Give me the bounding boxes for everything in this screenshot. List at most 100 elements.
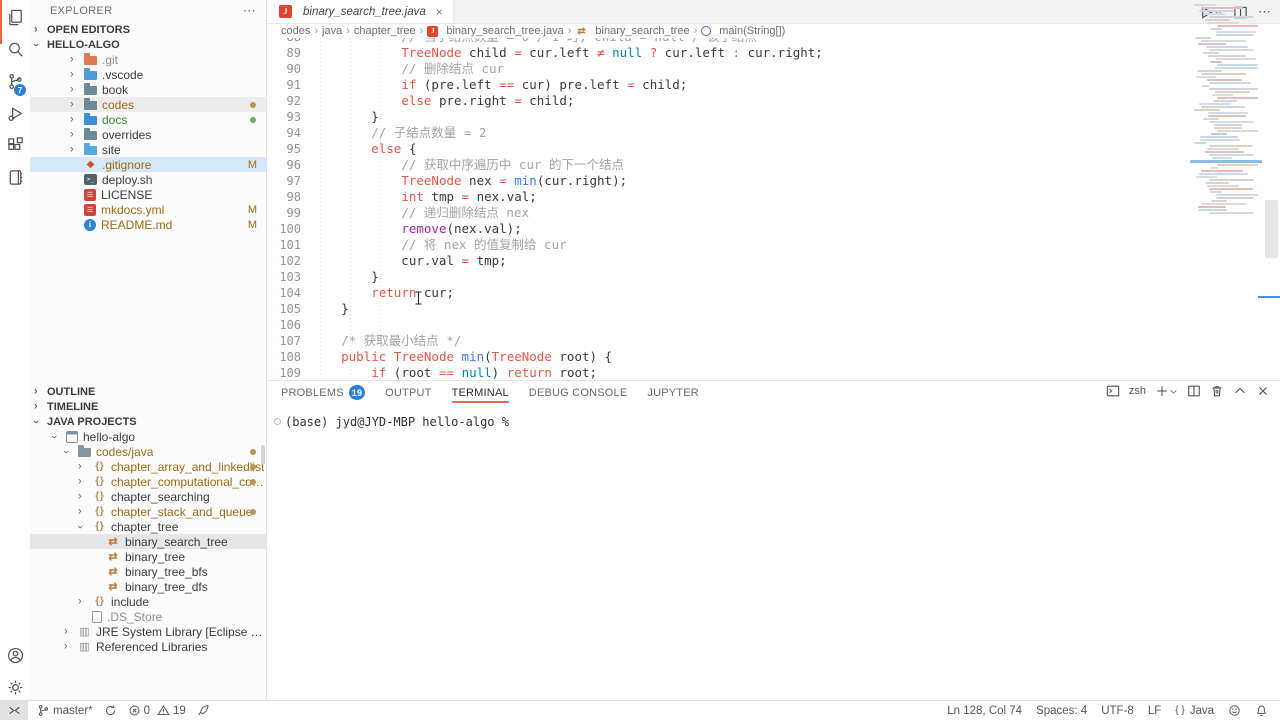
- eol[interactable]: LF: [1148, 705, 1161, 717]
- panel-tab-problems[interactable]: PROBLEMS19: [281, 381, 365, 404]
- code-line[interactable]: 95 else {: [267, 141, 1190, 157]
- launch-item[interactable]: [197, 704, 210, 717]
- tree-item-book[interactable]: ›book: [30, 82, 266, 97]
- code-line[interactable]: 90 // 删除结点 cur: [267, 61, 1190, 77]
- open-editors-section[interactable]: › OPEN EDITORS: [30, 22, 266, 37]
- code-line[interactable]: 97 TreeNode nex = min(cur.right);: [267, 173, 1190, 189]
- close-icon[interactable]: ×: [436, 5, 443, 19]
- tree-item--git[interactable]: ›.git: [30, 52, 266, 67]
- tree-item-hello-algo[interactable]: ›hello-algo: [30, 429, 266, 444]
- tree-item-binary-tree-bfs[interactable]: ⇄binary_tree_bfs: [30, 564, 266, 579]
- sync-button[interactable]: [104, 704, 117, 717]
- feedback-button[interactable]: [1228, 704, 1241, 717]
- tree-item-mkdocs-yml[interactable]: ☰mkdocs.ymlM: [30, 202, 266, 217]
- tab-binary-search-tree[interactable]: J binary_search_tree.java ×: [267, 0, 454, 23]
- tree-item-jre-system-library-eclipse-temurin-17-17-[interactable]: ›▥JRE System Library [Eclipse Temurin 17…: [30, 624, 266, 639]
- code-line[interactable]: 108 public TreeNode min(TreeNode root) {: [267, 349, 1190, 365]
- code-line[interactable]: 102 cur.val = tmp;: [267, 253, 1190, 269]
- tree-item-include[interactable]: ›{ }include: [30, 594, 266, 609]
- code-line[interactable]: 91 if (pre.left == cur) pre.left = child…: [267, 77, 1190, 93]
- code-line[interactable]: 105 }: [267, 301, 1190, 317]
- java-projects-section[interactable]: › JAVA PROJECTS: [30, 414, 266, 429]
- code-line[interactable]: 107 /* 获取最小结点 */: [267, 333, 1190, 349]
- breadcrumb-item[interactable]: chapter_tree: [354, 25, 416, 37]
- tree-item-docs[interactable]: ›docs: [30, 112, 266, 127]
- chevron-right-icon: ›: [34, 400, 38, 412]
- notifications-button[interactable]: [1255, 704, 1268, 717]
- editor-scrollbar[interactable]: [1265, 200, 1278, 258]
- code-line[interactable]: 106: [267, 317, 1190, 333]
- tree-item-codes[interactable]: ›codes: [30, 97, 266, 112]
- tree-item--gitignore[interactable]: ◆.gitignoreM: [30, 157, 266, 172]
- extensions-icon[interactable]: [6, 136, 25, 155]
- tree-item-binary-tree-dfs[interactable]: ⇄binary_tree_dfs: [30, 579, 266, 594]
- timeline-section[interactable]: › TIMELINE: [30, 399, 266, 414]
- tree-item--ds-store[interactable]: .DS_Store: [30, 609, 266, 624]
- minimap[interactable]: [1190, 4, 1262, 215]
- tree-item-overrides[interactable]: ›overrides: [30, 127, 266, 142]
- split-terminal-icon[interactable]: [1187, 384, 1201, 398]
- java-class-icon: ⇄: [106, 550, 120, 563]
- tree-item-chapter-array-and-linkedlist[interactable]: ›{ }chapter_array_and_linkedlist: [30, 459, 266, 474]
- code-line[interactable]: 96 // 获取中序遍历中 cur 的下一个结点: [267, 157, 1190, 173]
- workspace-root-section[interactable]: › HELLO-ALGO: [30, 37, 266, 52]
- sidebar-scrollbar[interactable]: [261, 445, 265, 465]
- breadcrumb-item[interactable]: codes: [281, 25, 310, 37]
- tree-item-binary-search-tree[interactable]: ⇄binary_search_tree: [30, 534, 266, 549]
- breadcrumb-item[interactable]: Jbinary_search_tree.java: [427, 25, 563, 37]
- breadcrumb-item[interactable]: java: [322, 25, 342, 37]
- tree-item-deploy-sh[interactable]: >_deploy.sh: [30, 172, 266, 187]
- kill-terminal-icon[interactable]: [1210, 384, 1224, 398]
- explorer-icon[interactable]: [6, 8, 25, 27]
- breadcrumb-item[interactable]: ⇄binary_search_tree: [575, 25, 689, 37]
- tree-item-site[interactable]: ›site: [30, 142, 266, 157]
- more-actions-icon[interactable]: ⋯: [243, 3, 256, 19]
- breadcrumb-item[interactable]: main(String[]): [701, 25, 785, 37]
- tree-item-chapter-stack-and-queue[interactable]: ›{ }chapter_stack_and_queue: [30, 504, 266, 519]
- close-panel-icon[interactable]: [1256, 384, 1270, 398]
- panel-tab-debug-console[interactable]: DEBUG CONSOLE: [529, 381, 628, 404]
- code-line[interactable]: 103 }: [267, 269, 1190, 285]
- language-mode[interactable]: { } Java: [1175, 705, 1214, 717]
- tree-item-chapter-tree[interactable]: ›{ }chapter_tree: [30, 519, 266, 534]
- code-line[interactable]: 98 int tmp = nex.val;: [267, 189, 1190, 205]
- panel-tab-jupyter[interactable]: JUPYTER: [647, 381, 699, 404]
- code-line[interactable]: 109 if (root == null) return root;: [267, 365, 1190, 380]
- tree-item-referenced-libraries[interactable]: ›▥Referenced Libraries: [30, 639, 266, 654]
- new-terminal-icon[interactable]: [1155, 384, 1178, 398]
- search-icon[interactable]: [6, 40, 25, 59]
- outline-section[interactable]: › OUTLINE: [30, 384, 266, 399]
- run-debug-icon[interactable]: [6, 104, 25, 123]
- code-line[interactable]: 104 return cur;: [267, 285, 1190, 301]
- indentation[interactable]: Spaces: 4: [1036, 705, 1087, 717]
- tree-item-chapter-computational-complexity[interactable]: ›{ }chapter_computational_complexity: [30, 474, 266, 489]
- remote-indicator[interactable]: [0, 701, 28, 720]
- tree-item--vscode[interactable]: ›.vscode: [30, 67, 266, 82]
- terminal[interactable]: (base) jyd@JYD-MBP hello-algo %: [267, 404, 1280, 429]
- code-line[interactable]: 89 TreeNode child = cur.left ≠ null ? cu…: [267, 45, 1190, 61]
- settings-gear-icon[interactable]: [6, 678, 25, 697]
- notebook-icon[interactable]: [6, 168, 25, 187]
- code-line[interactable]: 93 }: [267, 109, 1190, 125]
- panel-tab-terminal[interactable]: TERMINAL: [452, 381, 509, 404]
- tree-item-codes-java[interactable]: ›codes/java: [30, 444, 266, 459]
- cursor-position[interactable]: Ln 128, Col 74: [947, 705, 1022, 717]
- code-line[interactable]: 88 // 当子结点数量 = 0 / 1 时, child = null / 该…: [267, 38, 1190, 45]
- tree-item-chapter-searching[interactable]: ›{ }chapter_searching: [30, 489, 266, 504]
- code-line[interactable]: 101 // 将 nex 的值复制给 cur: [267, 237, 1190, 253]
- maximize-panel-icon[interactable]: [1233, 384, 1247, 398]
- tree-item-readme-md[interactable]: iREADME.mdM: [30, 217, 266, 232]
- encoding[interactable]: UTF-8: [1101, 705, 1134, 717]
- tree-item-license[interactable]: ☰LICENSE: [30, 187, 266, 202]
- shell-label[interactable]: zsh: [1129, 385, 1146, 397]
- git-branch-item[interactable]: master*: [37, 704, 93, 717]
- code-line[interactable]: 99 // 递归删除结点 nex: [267, 205, 1190, 221]
- panel-tab-output[interactable]: OUTPUT: [385, 381, 431, 404]
- problems-item[interactable]: 0 19: [128, 704, 186, 717]
- code-area[interactable]: 88 // 当子结点数量 = 0 / 1 时, child = null / 该…: [267, 38, 1190, 380]
- account-icon[interactable]: [6, 646, 25, 665]
- code-line[interactable]: 94 // 子结点数量 = 2: [267, 125, 1190, 141]
- code-line[interactable]: 100 remove(nex.val);: [267, 221, 1190, 237]
- tree-item-binary-tree[interactable]: ⇄binary_tree: [30, 549, 266, 564]
- code-line[interactable]: 92 else pre.right = child;: [267, 93, 1190, 109]
